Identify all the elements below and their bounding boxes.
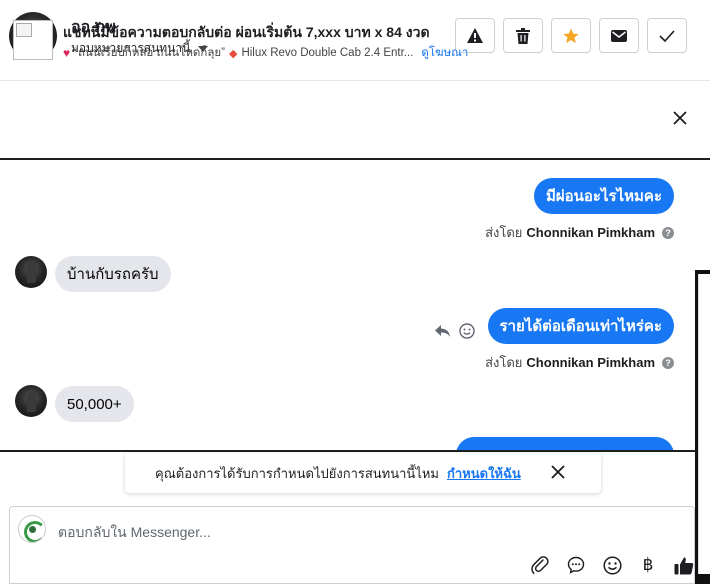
incoming-message[interactable]: บ้านกับรถครับ xyxy=(55,256,171,292)
like-button[interactable] xyxy=(672,553,696,577)
mark-done-button[interactable] xyxy=(647,18,687,53)
emoji-icon xyxy=(602,555,622,575)
outgoing-message-partial[interactable] xyxy=(456,437,674,450)
paperclip-icon xyxy=(531,556,549,574)
contact-avatar-small[interactable] xyxy=(15,385,47,417)
emoji-button[interactable] xyxy=(600,553,624,577)
envelope-icon xyxy=(611,29,627,42)
outgoing-message[interactable]: มีผ่อนอะไรไหมคะ xyxy=(533,178,674,214)
saved-reply-button[interactable] xyxy=(564,553,588,577)
baht-icon: ฿ xyxy=(642,555,654,574)
help-icon[interactable]: ? xyxy=(662,356,674,369)
star-button[interactable] xyxy=(551,18,591,53)
trash-icon xyxy=(516,27,530,44)
sent-by-label: ส่งโดย Chonnikan Pimkham ? xyxy=(485,222,674,243)
sender-name: Chonnikan Pimkham xyxy=(526,225,655,240)
checkmark-icon xyxy=(659,29,675,42)
attach-button[interactable] xyxy=(528,553,552,577)
view-ad-link[interactable]: ดูโฆษณา xyxy=(421,44,468,62)
sent-by-prefix: ส่งโดย xyxy=(485,225,523,240)
contact-avatar-small[interactable] xyxy=(15,256,47,288)
ad-vehicle: Hilux Revo Double Cab 2.4 Entr... xyxy=(241,47,414,59)
message-thread[interactable]: มีผ่อนอะไรไหมคะ ส่งโดย Chonnikan Pimkham… xyxy=(0,161,697,450)
car-icon: ◆ xyxy=(228,47,238,60)
mark-unread-button[interactable] xyxy=(599,18,639,53)
ad-subtitle: ♥ “ถนนเรียบก็หล่อ ถนนโหดก็ลุย” ◆ Hilux R… xyxy=(63,44,468,62)
ad-thumbnail[interactable] xyxy=(13,20,53,60)
assign-prompt: คุณต้องการได้รับการกำหนดไปยังการสนทนานี้… xyxy=(125,453,601,493)
page-avatar xyxy=(18,515,46,543)
incoming-message[interactable]: 50,000+ xyxy=(55,386,134,422)
sidebar-panel-content xyxy=(698,274,710,574)
assign-prompt-text: คุณต้องการได้รับการกำหนดไปยังการสนทนานี้… xyxy=(155,465,439,481)
close-icon[interactable] xyxy=(673,111,687,125)
ad-title: แชทนี้มีข้อความตอบกลับต่อ ผ่อนเริ่มต้น 7… xyxy=(63,24,430,40)
heart-icon: ♥ xyxy=(63,46,71,60)
warning-icon xyxy=(467,28,483,43)
ad-tagline: “ถนนเรียบก็หล่อ ถนนโหดก็ลุย” xyxy=(74,47,225,59)
close-icon[interactable] xyxy=(551,465,565,479)
thread-divider xyxy=(0,450,697,452)
saved-reply-icon xyxy=(567,556,585,574)
reply-input[interactable]: ตอบกลับใน Messenger... xyxy=(58,522,211,544)
sender-name: Chonnikan Pimkham xyxy=(526,355,655,370)
message-actions xyxy=(434,323,475,339)
payment-button[interactable]: ฿ xyxy=(636,553,660,577)
thumbs-up-icon xyxy=(674,557,694,574)
help-icon[interactable]: ? xyxy=(662,226,674,239)
outgoing-message[interactable]: รายได้ต่อเดือนเท่าไหร่คะ xyxy=(487,308,674,344)
reply-composer[interactable] xyxy=(9,506,695,584)
sent-by-label: ส่งโดย Chonnikan Pimkham ? xyxy=(485,352,674,373)
sent-by-prefix: ส่งโดย xyxy=(485,355,523,370)
ad-context-banner xyxy=(0,81,710,160)
assign-to-me-link[interactable]: กำหนดให้ฉัน xyxy=(447,463,521,484)
delete-button[interactable] xyxy=(503,18,543,53)
react-emoji-icon[interactable] xyxy=(459,323,475,339)
star-icon xyxy=(563,28,579,43)
reply-icon[interactable] xyxy=(434,324,451,338)
